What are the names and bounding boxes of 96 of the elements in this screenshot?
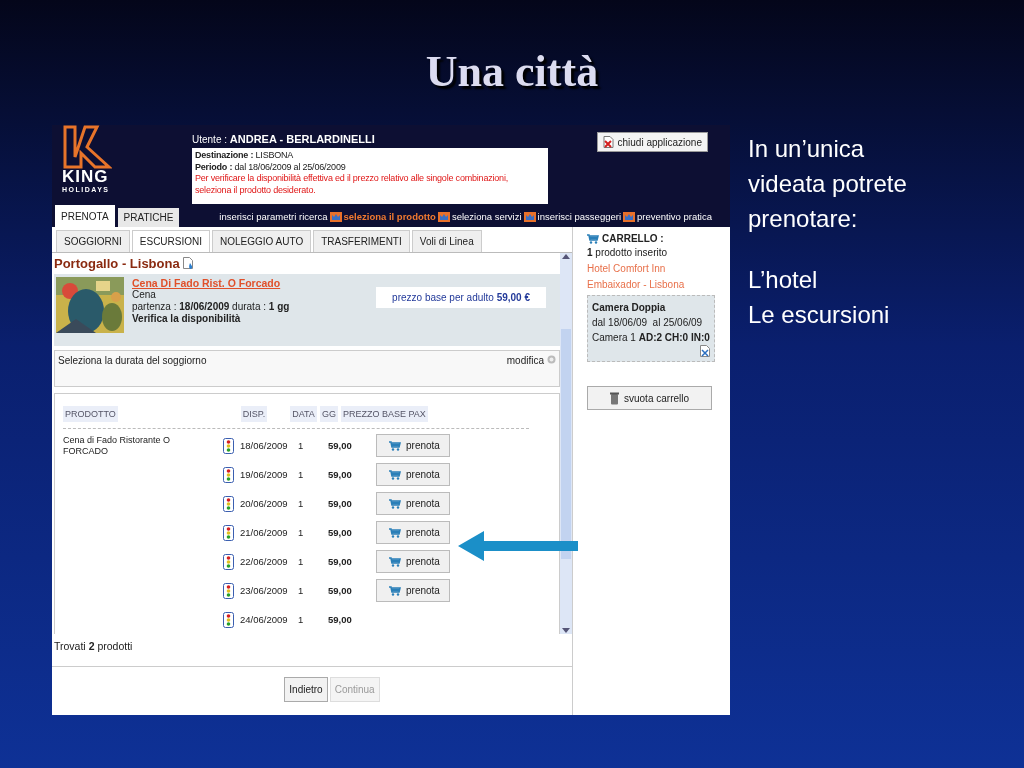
close-app-button[interactable]: chiudi applicazione [597,132,708,152]
scrollbar[interactable] [560,253,572,634]
user-line: Utente : ANDREA - BERLARDINELLI [192,133,376,146]
room-dates: dal 18/06/09 al 25/06/09 [592,316,704,330]
days-cell-text: 1 [298,440,305,451]
book-button[interactable]: prenota [376,463,450,486]
column-header: PRODOTTO [63,406,118,422]
category-tab[interactable]: SOGGIORNI [56,230,130,252]
feature-item: Le escursioni [748,300,891,330]
date-cell-text: 21/06/2009 [240,527,289,538]
traffic-light-icon [223,582,234,599]
traffic-light-icon [223,611,234,628]
days-cell-text: 1 [298,614,305,625]
remove-icon[interactable] [700,345,710,357]
book-button[interactable]: prenota [376,492,450,515]
wizard-step: inserisci parametri ricerca [219,211,328,222]
days-cell-text: 1 [298,556,305,567]
hotel-location: Embaixador - Lisbona [587,278,686,292]
wizard-step: inserisci passeggeri [537,211,621,222]
price-cell-text: 59,00 [328,527,353,538]
date-cell-text: 18/06/2009 [240,440,289,451]
slide-title: Una città [424,46,600,98]
date-cell-text: 24/06/2009 [240,614,289,625]
wizard-step: seleziona servizi [451,211,522,222]
location-title: Portogallo - Lisbona [54,255,180,271]
main-tab[interactable]: PRATICHE [117,208,180,227]
price-cell-text: 59,00 [328,556,353,567]
edit-link[interactable]: modifica [506,355,544,367]
scroll-down-icon[interactable] [562,628,570,634]
date-cell-text: 19/06/2009 [240,469,289,480]
cart-icon [389,556,401,567]
trash-icon [610,391,619,405]
column-header: GG [319,406,338,422]
cart-title: CARRELLO : [602,233,664,245]
days-cell-text: 1 [298,469,305,480]
product-category: Cena [132,288,157,301]
cart-icon [389,469,401,480]
scroll-up-icon[interactable] [562,253,570,259]
base-price: prezzo base per adulto 59,00 € [376,286,546,308]
date-cell-text: 20/06/2009 [240,498,289,509]
traffic-light-icon [223,466,234,483]
book-button[interactable]: prenota [376,434,450,457]
date-cell-text: 23/06/2009 [240,585,289,596]
product-name-cell-text: Cena di Fado Ristorante O FORCADO [63,434,172,457]
wizard-step: seleziona il prodotto [343,211,436,222]
crown-icon [329,211,342,222]
date-cell-text: 22/06/2009 [240,556,289,567]
traffic-light-icon [223,553,234,570]
category-tab[interactable]: NOLEGGIO AUTO [212,230,312,252]
category-tab[interactable]: Voli di Linea [411,230,482,252]
category-tab[interactable]: ESCURSIONI [131,230,211,252]
circle-icon [547,355,556,365]
cart-icon [389,440,401,451]
feature-item: L’hotel [748,265,819,295]
search-summary: Destinazione : LISBONA Periodo : dal 18/06/2009 al 25/06/2009 Per verificare la disponibilità effettiva ed il prezzo relativo alle singole combinazioni, seleziona il prodotto desiderato. [192,148,548,204]
departure-info: partenza : 18/06/2009 durata : 1 gg [132,300,291,313]
price-cell-text: 59,00 [328,585,353,596]
duration-label: Seleziona la durata del soggiorno [58,355,207,369]
column-header: DISP. [240,406,268,422]
traffic-light-icon [223,495,234,512]
traffic-light-icon [223,437,234,454]
cart-count: 1 prodotto inserito [587,246,669,260]
book-button[interactable]: prenota [376,550,450,573]
column-header: DATA [290,406,317,422]
price-cell-text: 59,00 [328,440,353,451]
cart-icon [389,585,401,596]
document-icon [182,256,194,270]
main-tab[interactable]: PRENOTA [55,205,115,227]
price-cell-text: 59,00 [328,614,353,625]
logo-icon [62,125,112,169]
traffic-light-icon [223,524,234,541]
availability-label: Verifica la disponibilità [132,312,242,325]
wizard-step: preventivo pratica [637,211,712,222]
nav-button[interactable]: Indietro [284,677,328,702]
intro-text: In un’unica videata potrete prenotare: [748,134,908,234]
days-cell-text: 1 [298,498,305,509]
room-type: Camera Doppia [592,301,667,315]
empty-cart-button[interactable]: svuota carrello [587,386,713,410]
book-button[interactable]: prenota [376,579,450,602]
crown-icon [623,211,635,222]
crown-icon [437,211,450,222]
price-cell-text: 59,00 [328,469,353,480]
cart-icon [389,527,401,538]
cart-icon [389,498,401,509]
price-cell-text: 59,00 [328,498,353,509]
results-count: Trovati 2 prodotti [52,634,572,667]
room-occupancy: Camera 1 AD:2 CH:0 IN:0 [592,331,710,345]
book-button[interactable]: prenota [376,521,450,544]
logo-wordmark: KING [62,169,109,185]
crown-icon [523,211,536,222]
cart-icon [587,234,599,244]
column-header: PREZZO BASE PAX [340,406,428,422]
category-tab[interactable]: TRASFERIMENTI [313,230,410,252]
days-cell-text: 1 [298,527,305,538]
close-document-icon [603,136,615,148]
days-cell-text: 1 [298,585,305,596]
